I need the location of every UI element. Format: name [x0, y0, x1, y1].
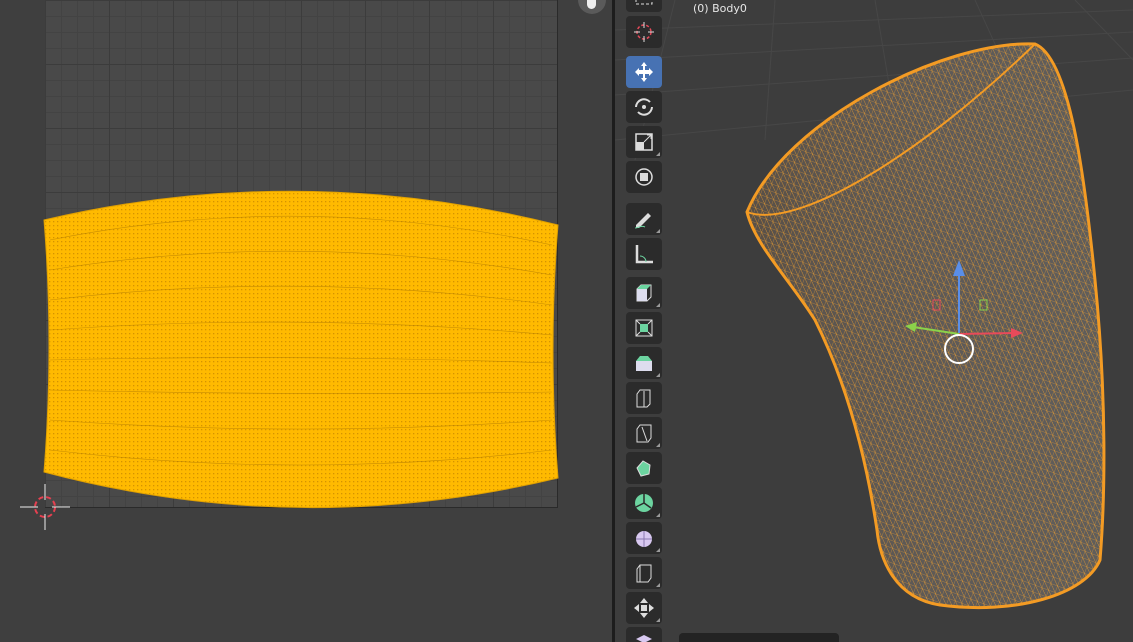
add-cube-tool[interactable]: [626, 277, 662, 309]
extrude-region-tool[interactable]: [626, 312, 662, 344]
transform-icon: [635, 168, 653, 186]
edge-slide-icon: [636, 564, 652, 583]
smooth-tool[interactable]: [626, 522, 662, 554]
3d-viewport[interactable]: (0) Body0: [615, 0, 1133, 642]
move-icon: [635, 62, 653, 82]
loop-cut-icon: [636, 424, 652, 443]
rotate-icon: [635, 98, 653, 116]
annotate-icon: [634, 213, 651, 229]
uv-mesh-islands[interactable]: [0, 0, 612, 642]
loop-cut-tool[interactable]: [626, 417, 662, 449]
spin-tool[interactable]: [626, 487, 662, 519]
shear-tool[interactable]: [626, 627, 662, 642]
scale-tool[interactable]: [626, 126, 662, 158]
move-tool[interactable]: [626, 56, 662, 88]
measure-tool[interactable]: [626, 238, 662, 270]
poly-build-icon: [636, 460, 651, 477]
poly-build-tool[interactable]: [626, 452, 662, 484]
scale-icon: [635, 133, 653, 151]
inset-faces-tool[interactable]: [626, 347, 662, 379]
uv-editor-area[interactable]: [0, 0, 612, 642]
bevel-tool[interactable]: [626, 382, 662, 414]
bevel-icon: [636, 389, 651, 408]
add-cube-icon: [636, 284, 652, 302]
extrude-icon: [635, 319, 653, 337]
mesh-tube-object[interactable]: [615, 0, 1133, 642]
edge-slide-tool[interactable]: [626, 557, 662, 589]
shrink-fatten-icon: [634, 598, 654, 618]
status-bar: [679, 633, 839, 642]
inset-icon: [636, 356, 652, 371]
select-box-tool[interactable]: [626, 0, 662, 12]
measure-icon: [635, 245, 653, 264]
select-box-icon: [635, 0, 653, 5]
cursor-icon: [634, 22, 654, 42]
spin-icon: [635, 494, 653, 512]
transform-tool[interactable]: [626, 161, 662, 193]
rotate-tool[interactable]: [626, 91, 662, 123]
shrink-fatten-tool[interactable]: [626, 592, 662, 624]
uv-2d-cursor-icon[interactable]: [20, 482, 70, 532]
shear-icon: [636, 635, 652, 642]
annotate-tool[interactable]: [626, 203, 662, 235]
smooth-icon: [636, 531, 652, 547]
tool-shelf: [624, 0, 664, 642]
cursor-tool[interactable]: [626, 16, 662, 48]
